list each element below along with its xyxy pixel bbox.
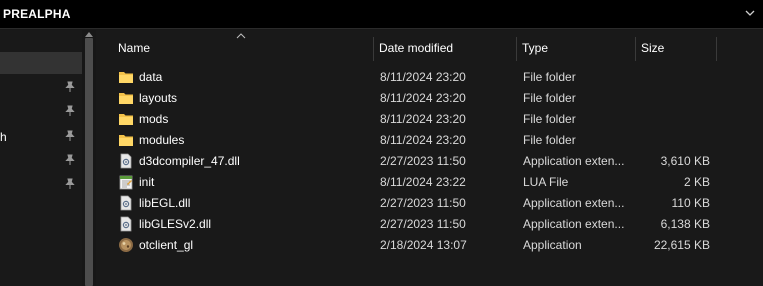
file-name: libGLESv2.dll [139, 217, 212, 231]
file-name: modules [139, 133, 185, 147]
file-type: Application exten... [523, 217, 625, 231]
file-name: libEGL.dll [139, 196, 191, 210]
nav-scrollbar[interactable] [82, 30, 96, 286]
file-list-pane: Name Date modified Type Size data 8/11/2… [96, 30, 763, 286]
file-size: 2 KB [683, 175, 710, 189]
file-type: File folder [523, 91, 576, 105]
file-row[interactable]: modules 8/11/2024 23:20 File folder [112, 130, 752, 151]
file-name: otclient_gl [139, 238, 194, 252]
file-type: File folder [523, 70, 576, 84]
pin-icon [65, 105, 75, 116]
nav-item[interactable] [0, 101, 82, 123]
pin-icon [65, 154, 75, 165]
file-size: 6,138 KB [660, 217, 710, 231]
column-header-name[interactable]: Name [112, 37, 373, 61]
folder-icon [119, 72, 133, 83]
file-type: File folder [523, 112, 576, 126]
file-row[interactable]: data 8/11/2024 23:20 File folder [112, 67, 752, 88]
file-date: 8/11/2024 23:20 [380, 91, 466, 105]
file-date: 8/11/2024 23:22 [380, 175, 466, 189]
column-divider[interactable] [716, 37, 717, 61]
nav-item[interactable] [0, 77, 82, 99]
nav-selected-item[interactable] [0, 52, 82, 74]
file-size: 3,610 KB [660, 154, 710, 168]
file-date: 8/11/2024 23:20 [380, 112, 466, 126]
scroll-up-arrow-icon[interactable] [85, 31, 93, 37]
dll-file-icon [120, 195, 132, 211]
pin-icon [65, 178, 75, 189]
file-type: LUA File [523, 175, 569, 189]
file-name: data [139, 70, 163, 84]
file-date: 8/11/2024 23:20 [380, 133, 466, 147]
file-size: 110 KB [671, 196, 710, 210]
nav-item[interactable] [0, 150, 82, 172]
folder-icon [119, 93, 133, 104]
dll-file-icon [120, 216, 132, 232]
pin-icon [65, 130, 75, 141]
window-title: PREALPHA [3, 7, 71, 21]
file-row[interactable]: libEGL.dll 2/27/2023 11:50 Application e… [112, 193, 752, 214]
column-header-type[interactable]: Type [516, 37, 635, 61]
nav-item[interactable]: h [0, 126, 82, 148]
file-row[interactable]: d3dcompiler_47.dll 2/27/2023 11:50 Appli… [112, 151, 752, 172]
column-header-date-modified[interactable]: Date modified [373, 37, 516, 61]
file-date: 2/27/2023 11:50 [380, 217, 466, 231]
file-type: File folder [523, 133, 576, 147]
file-date: 2/18/2024 13:07 [380, 238, 467, 252]
file-date: 2/27/2023 11:50 [380, 196, 466, 210]
file-size: 22,615 KB [653, 238, 710, 252]
folder-icon [119, 135, 133, 146]
file-row[interactable]: layouts 8/11/2024 23:20 File folder [112, 88, 752, 109]
pin-icon [65, 81, 75, 92]
scrollbar-thumb[interactable] [85, 38, 93, 286]
file-row[interactable]: init 8/11/2024 23:22 LUA File 2 KB [112, 172, 752, 193]
file-name: d3dcompiler_47.dll [139, 154, 240, 168]
nav-item-label: h [0, 130, 7, 144]
dll-file-icon [120, 153, 132, 169]
lua-file-icon [119, 175, 133, 190]
column-header-size[interactable]: Size [635, 37, 716, 61]
chevron-down-icon[interactable] [743, 6, 757, 20]
file-name: mods [139, 112, 169, 126]
file-date: 2/27/2023 11:50 [380, 154, 466, 168]
file-type: Application exten... [523, 154, 625, 168]
column-header-row: Name Date modified Type Size [96, 37, 763, 61]
app-icon [119, 238, 133, 252]
file-type: Application exten... [523, 196, 625, 210]
file-name: layouts [139, 91, 178, 105]
file-row[interactable]: libGLESv2.dll 2/27/2023 11:50 Applicatio… [112, 214, 752, 235]
file-date: 8/11/2024 23:20 [380, 70, 466, 84]
nav-item[interactable] [0, 174, 82, 196]
folder-icon [119, 114, 133, 125]
file-type: Application [523, 238, 582, 252]
file-row[interactable]: otclient_gl 2/18/2024 13:07 Application … [112, 235, 752, 256]
file-row[interactable]: mods 8/11/2024 23:20 File folder [112, 109, 752, 130]
file-name: init [139, 175, 155, 189]
navigation-pane: h [0, 30, 82, 286]
title-bar: PREALPHA [0, 0, 763, 29]
